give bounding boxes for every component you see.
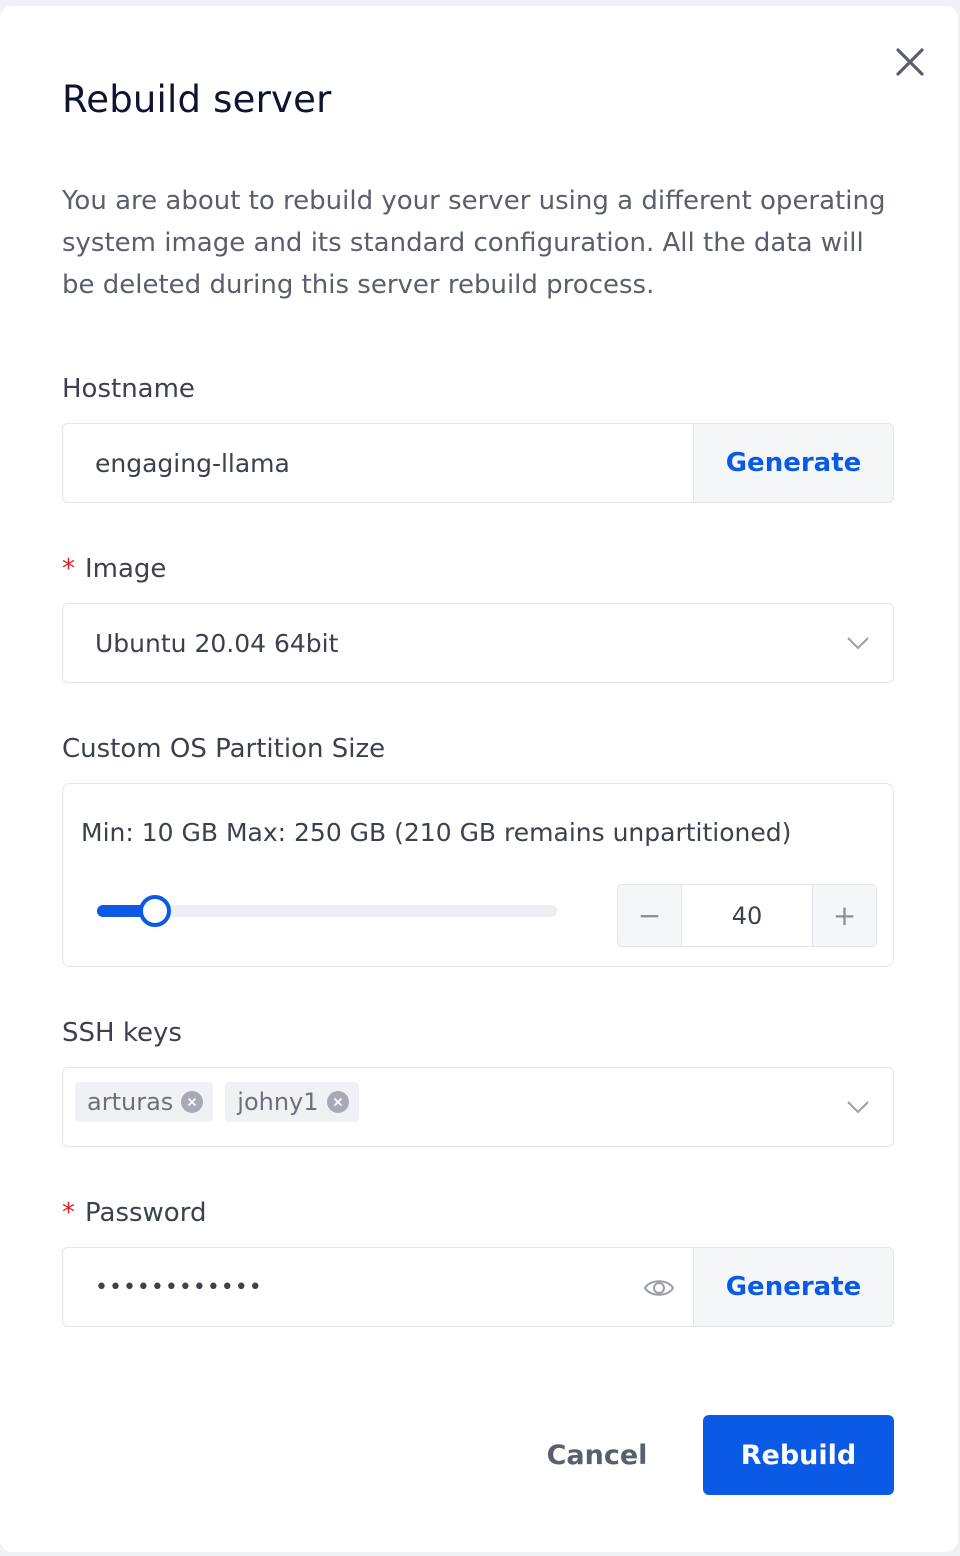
close-circle-icon (333, 1097, 342, 1107)
chevron-down-icon (847, 637, 869, 650)
image-selected-value: Ubuntu 20.04 64bit (95, 628, 339, 658)
partition-size-input[interactable] (682, 885, 812, 946)
ssh-key-tag: johny1 (225, 1082, 359, 1122)
close-circle-icon (188, 1097, 197, 1107)
tag-remove-button[interactable] (181, 1091, 204, 1113)
close-button[interactable] (888, 40, 932, 84)
eye-icon[interactable] (643, 1274, 675, 1302)
partition-stepper: − + (617, 884, 877, 947)
required-mark: * (62, 554, 75, 584)
partition-panel: Min: 10 GB Max: 250 GB (210 GB remains u… (62, 783, 894, 967)
tag-remove-button[interactable] (326, 1091, 349, 1113)
decrement-button[interactable]: − (618, 885, 682, 946)
increment-button[interactable]: + (812, 885, 876, 946)
partition-slider[interactable] (97, 895, 557, 927)
partition-label: Custom OS Partition Size (62, 734, 386, 764)
image-label: * Image (62, 554, 166, 584)
required-mark: * (62, 1198, 75, 1228)
cancel-button[interactable]: Cancel (522, 1415, 672, 1495)
hostname-field: engaging-llama Generate (62, 423, 894, 503)
ssh-key-tag-label: johny1 (237, 1088, 319, 1116)
ssh-key-tag-label: arturas (87, 1088, 174, 1116)
ssh-key-tags: arturas johny1 (75, 1082, 359, 1122)
password-label-text: Password (85, 1198, 207, 1228)
close-icon (896, 48, 924, 76)
rebuild-server-modal: Rebuild server You are about to rebuild … (0, 6, 958, 1552)
hostname-label: Hostname (62, 374, 195, 404)
modal-description: You are about to rebuild your server usi… (62, 186, 886, 300)
ssh-keys-select[interactable]: arturas johny1 (62, 1067, 894, 1147)
rebuild-button[interactable]: Rebuild (703, 1415, 894, 1495)
modal-title: Rebuild server (62, 78, 332, 121)
password-generate-button[interactable]: Generate (693, 1248, 893, 1326)
slider-handle[interactable] (138, 895, 171, 927)
hostname-input[interactable]: engaging-llama (95, 424, 290, 502)
ssh-keys-label: SSH keys (62, 1018, 182, 1048)
chevron-down-icon (847, 1101, 869, 1114)
password-field: •••••••••••• Generate (62, 1247, 894, 1327)
image-label-text: Image (85, 554, 167, 584)
partition-range-text: Min: 10 GB Max: 250 GB (210 GB remains u… (81, 818, 792, 847)
hostname-generate-button[interactable]: Generate (693, 424, 893, 502)
password-label: * Password (62, 1198, 206, 1228)
image-select[interactable]: Ubuntu 20.04 64bit (62, 603, 894, 683)
password-input[interactable]: •••••••••••• (95, 1248, 263, 1326)
ssh-key-tag: arturas (75, 1082, 214, 1122)
